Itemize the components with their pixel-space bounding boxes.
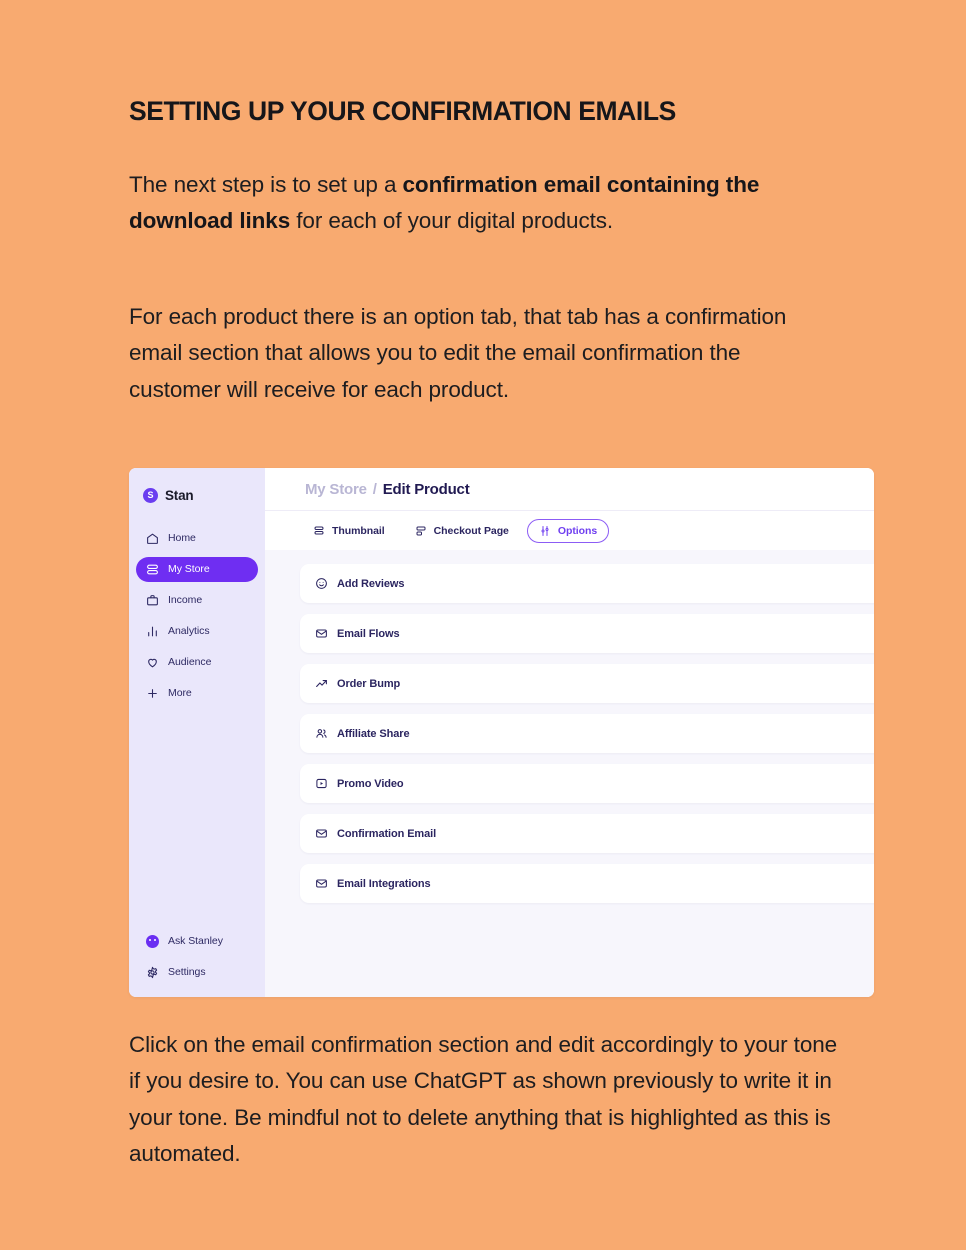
section-label: Add Reviews [337, 577, 405, 590]
app-main-panel: My Store / Edit Product Thumbnail Checko… [265, 468, 874, 997]
section-confirmation-email[interactable]: Confirmation Email [300, 814, 874, 853]
section-label: Email Flows [337, 627, 400, 640]
tab-label: Checkout Page [433, 524, 509, 537]
sidebar-item-label: My Store [168, 563, 210, 575]
sidebar-item-label: Home [168, 532, 196, 544]
sidebar-item-home[interactable]: Home [136, 526, 258, 551]
home-icon [146, 532, 159, 545]
smiley-icon [315, 577, 328, 590]
briefcase-icon [146, 594, 159, 607]
section-order-bump[interactable]: Order Bump [300, 664, 874, 703]
section-affiliate-share[interactable]: Affiliate Share [300, 714, 874, 753]
store-icon [146, 563, 159, 576]
sidebar-bottom-nav: Ask Stanley Settings [129, 926, 265, 997]
intro-text-lead: The next step is to set up a [129, 172, 403, 197]
sidebar-item-audience[interactable]: Audience [136, 650, 258, 675]
sidebar-item-label: Ask Stanley [168, 935, 223, 947]
section-header: Email Flows [315, 627, 400, 640]
plus-icon [146, 687, 159, 700]
closing-paragraph: Click on the email confirmation section … [129, 1032, 838, 1167]
options-section-list: Add Reviews Email Flows Order Bump Affil… [265, 550, 874, 997]
section-header: Affiliate Share [315, 727, 410, 740]
sidebar-item-label: More [168, 687, 192, 699]
play-box-icon [315, 777, 328, 790]
article-page: SETTING UP YOUR CONFIRMATION EMAILS The … [0, 0, 966, 1250]
section-label: Confirmation Email [337, 827, 437, 840]
section-label: Email Integrations [337, 877, 431, 890]
tab-label: Options [557, 524, 598, 537]
tab-checkout-page[interactable]: Checkout Page [403, 519, 521, 543]
envelope-icon [315, 827, 328, 840]
sidebar-nav: Home My Store Income Analytics Audience … [129, 523, 265, 708]
intro-text-tail: for each of your digital products. [290, 208, 614, 234]
sidebar-item-label: Income [168, 594, 203, 606]
layers-icon [313, 525, 325, 537]
trend-up-icon [315, 677, 328, 690]
section-label: Promo Video [337, 777, 404, 790]
sidebar-item-settings[interactable]: Settings [136, 960, 258, 985]
brand-logo: S Stan [129, 482, 265, 508]
sliders-icon [539, 525, 551, 537]
section-label: Order Bump [337, 677, 401, 690]
layout-icon [415, 525, 427, 537]
users-icon [315, 727, 328, 740]
section-email-flows[interactable]: Email Flows [300, 614, 874, 653]
sidebar-item-more[interactable]: More [136, 681, 258, 706]
section-header: Add Reviews [315, 577, 404, 590]
sidebar-item-ask-stanley[interactable]: Ask Stanley [136, 929, 258, 954]
section-header: Email Integrations [315, 877, 431, 890]
explanation-paragraph: For each product there is an option tab,… [129, 304, 787, 402]
envelope-icon [315, 877, 328, 890]
section-header: Promo Video [315, 777, 404, 790]
breadcrumb-separator: / [372, 480, 377, 498]
app-screenshot: S Stan Home My Store Income Analytics Au… [129, 468, 874, 997]
section-promo-video[interactable]: Promo Video [300, 764, 874, 803]
tab-options[interactable]: Options [526, 518, 610, 543]
breadcrumb-current: Edit Product [382, 480, 470, 498]
sidebar-item-analytics[interactable]: Analytics [136, 619, 258, 644]
stan-logo-icon: S [143, 487, 158, 503]
sidebar-item-label: Analytics [168, 625, 210, 637]
bar-chart-icon [146, 625, 159, 638]
sidebar-item-income[interactable]: Income [136, 588, 258, 613]
breadcrumb: My Store / Edit Product [265, 468, 874, 510]
heart-icon [146, 656, 159, 669]
page-title: SETTING UP YOUR CONFIRMATION EMAILS [129, 96, 676, 126]
tab-label: Thumbnail [332, 524, 385, 537]
breadcrumb-parent[interactable]: My Store [305, 481, 367, 498]
envelope-icon [315, 627, 328, 640]
section-header: Confirmation Email [315, 827, 436, 840]
section-header: Order Bump [315, 677, 400, 690]
stanley-avatar-icon [146, 934, 159, 948]
section-label: Affiliate Share [337, 727, 410, 740]
section-email-integrations[interactable]: Email Integrations [300, 864, 874, 903]
sidebar-item-label: Audience [168, 656, 212, 668]
app-sidebar: S Stan Home My Store Income Analytics Au… [129, 468, 265, 997]
product-tabs: Thumbnail Checkout Page Options [265, 510, 874, 550]
section-add-reviews[interactable]: Add Reviews [300, 564, 874, 603]
sidebar-item-my-store[interactable]: My Store [136, 556, 258, 582]
intro-paragraph: The next step is to set up a confirmatio… [129, 167, 809, 240]
gear-icon [146, 966, 159, 979]
brand-name: Stan [165, 487, 194, 503]
sidebar-item-label: Settings [168, 966, 206, 978]
tab-thumbnail[interactable]: Thumbnail [301, 519, 397, 543]
